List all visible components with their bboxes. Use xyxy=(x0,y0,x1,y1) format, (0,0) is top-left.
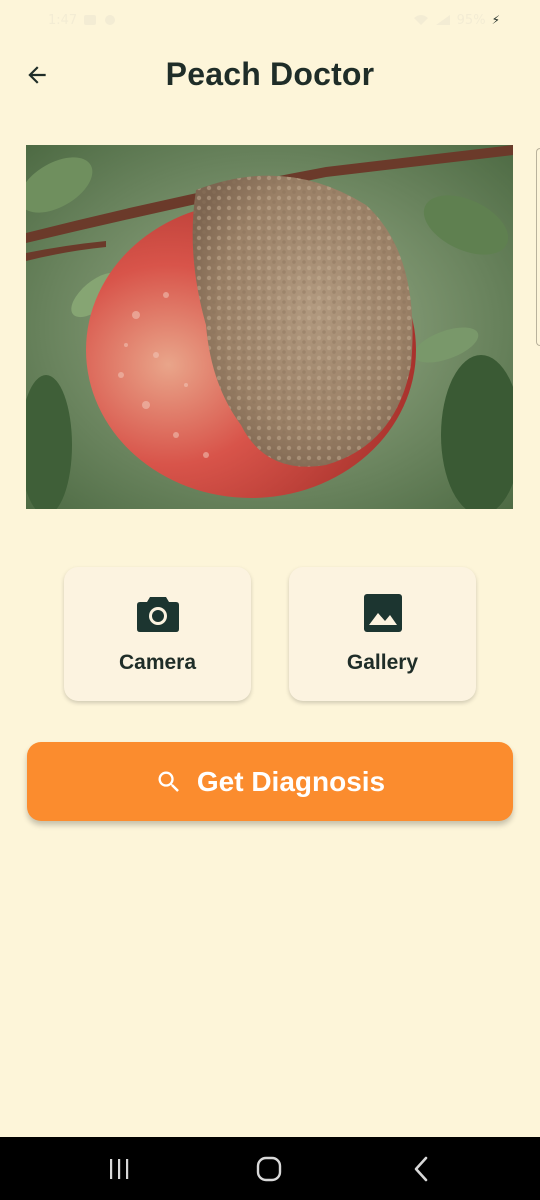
signal-icon xyxy=(435,15,450,25)
scroll-indicator xyxy=(536,148,540,346)
status-battery: 95% xyxy=(456,12,486,28)
selected-image xyxy=(26,145,513,509)
image-icon xyxy=(361,593,405,633)
system-nav-bar xyxy=(0,1137,540,1200)
nav-back-button[interactable] xyxy=(391,1149,451,1189)
camera-icon xyxy=(136,593,180,633)
get-diagnosis-label: Get Diagnosis xyxy=(196,765,386,797)
recents-button[interactable] xyxy=(89,1149,149,1189)
status-right: 95% ⚡ xyxy=(413,13,500,28)
get-diagnosis-button[interactable]: Get Diagnosis xyxy=(27,742,513,821)
peach-photo xyxy=(26,145,513,509)
notification-icon xyxy=(84,15,97,25)
status-bar: 1:47 95% ⚡ xyxy=(0,0,540,40)
gallery-button[interactable]: Gallery xyxy=(289,567,476,701)
wifi-icon xyxy=(413,15,428,25)
home-icon xyxy=(256,1156,282,1182)
camera-button[interactable]: Camera xyxy=(64,567,251,701)
charging-icon: ⚡ xyxy=(491,13,500,27)
camera-label: Camera xyxy=(118,651,197,674)
page-title: Peach Doctor xyxy=(165,56,375,92)
status-time: 1:47 xyxy=(48,12,78,28)
recents-icon xyxy=(110,1159,129,1179)
search-icon xyxy=(158,771,179,792)
gallery-label: Gallery xyxy=(346,651,419,674)
status-left: 1:47 xyxy=(48,13,117,28)
notification-icon xyxy=(105,15,116,25)
chevron-left-icon xyxy=(414,1156,428,1182)
home-button[interactable] xyxy=(239,1149,299,1189)
app-bar: Peach Doctor xyxy=(0,46,540,106)
